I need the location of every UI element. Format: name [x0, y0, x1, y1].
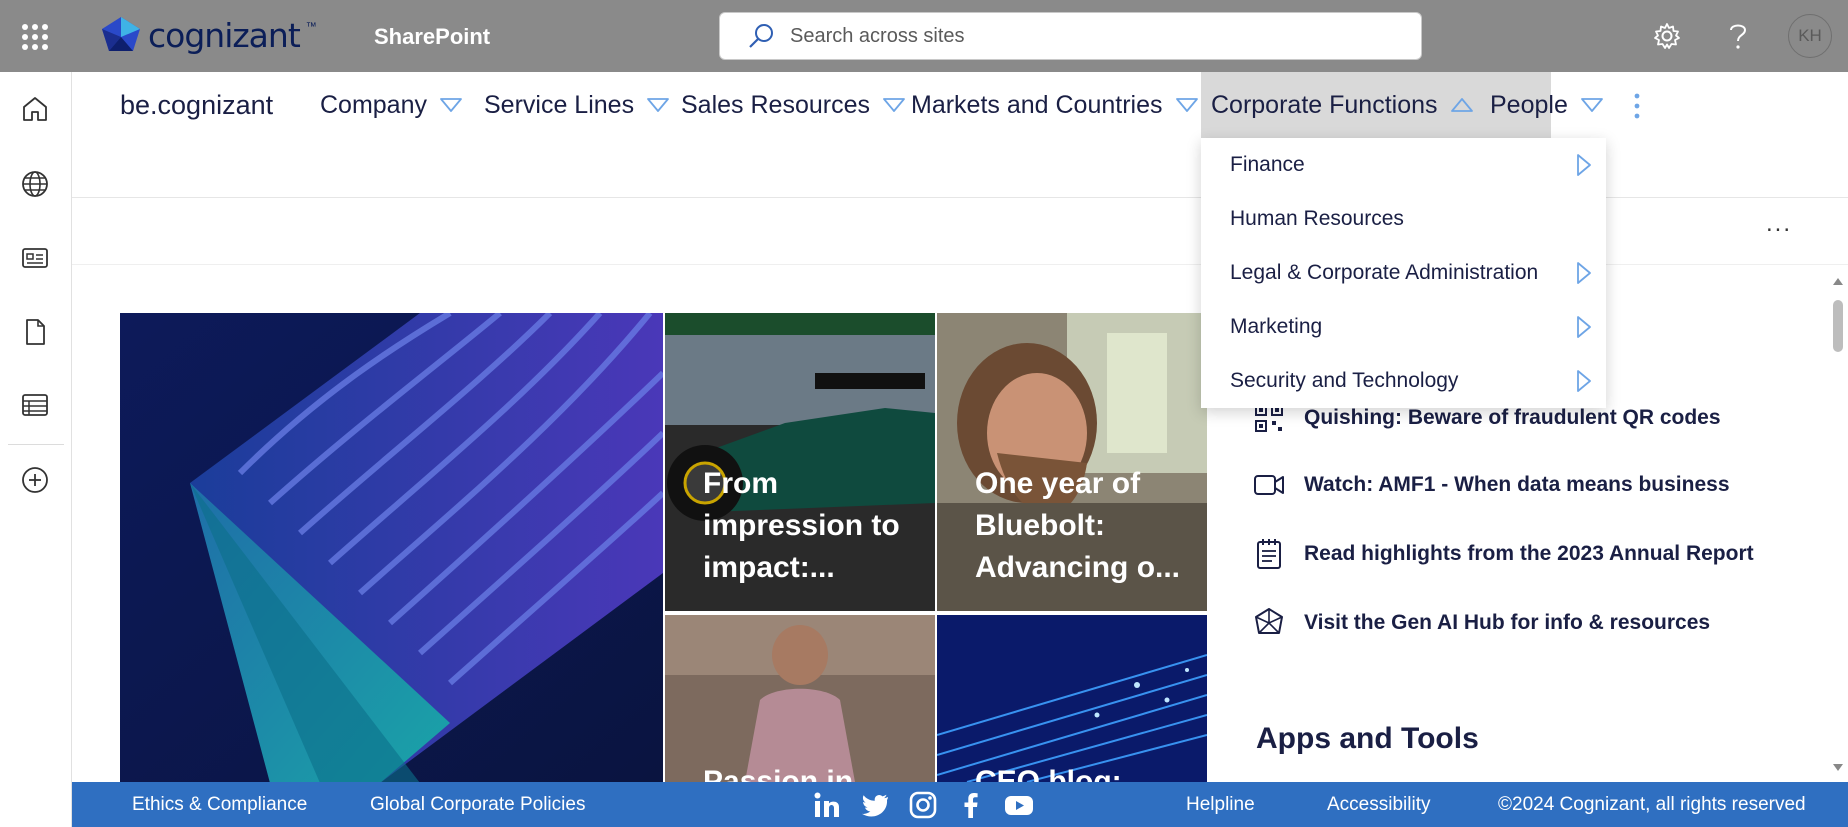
facebook-icon[interactable] — [956, 790, 986, 820]
corporate-functions-dropdown: Finance Human Resources Legal & Corporat… — [1201, 138, 1606, 408]
search-box[interactable]: Search across sites — [719, 12, 1422, 60]
tile-title: Passion in... — [703, 765, 879, 782]
chevron-right-icon[interactable] — [1576, 369, 1592, 393]
quick-link-item[interactable]: Read highlights from the 2023 Annual Rep… — [1252, 534, 1754, 574]
home-icon[interactable] — [20, 94, 50, 124]
ethics-compliance-link[interactable]: Ethics & Compliance — [132, 794, 307, 816]
news-tile[interactable]: From impression to impact:... — [665, 313, 935, 611]
accessibility-link[interactable]: Accessibility — [1327, 794, 1430, 816]
quick-link-label: Quishing: Beware of fraudulent QR codes — [1304, 406, 1721, 429]
chevron-right-icon[interactable] — [1576, 153, 1592, 177]
chevron-down-icon — [440, 98, 462, 112]
notepad-icon — [1257, 539, 1281, 569]
tile-title: From impression to impact:... — [703, 467, 900, 584]
news-tile[interactable]: Passion in... — [665, 615, 935, 782]
quick-link-label: Watch: AMF1 - When data means business — [1304, 473, 1730, 496]
twitter-icon[interactable] — [860, 790, 890, 820]
chevron-down-icon — [647, 98, 669, 112]
site-title[interactable]: be.cognizant — [120, 90, 273, 121]
youtube-icon[interactable] — [1004, 790, 1034, 820]
dropdown-item-label: Finance — [1230, 153, 1305, 176]
quick-link-label: Visit the Gen AI Hub for info & resource… — [1304, 611, 1711, 634]
nav-item-label: Company — [320, 90, 427, 119]
tile-title: CEO blog:... — [975, 765, 1147, 782]
left-app-bar — [0, 72, 72, 827]
dropdown-item-marketing[interactable]: Marketing — [1201, 300, 1606, 354]
globe-icon[interactable] — [20, 169, 50, 199]
help-question-icon[interactable] — [1720, 18, 1756, 54]
document-icon[interactable] — [20, 317, 50, 347]
logo-text: cognizant — [148, 15, 301, 55]
dropdown-item-label: Security and Technology — [1230, 369, 1459, 392]
rail-divider — [8, 444, 64, 445]
nav-item-label: Markets and Countries — [911, 90, 1163, 119]
cognizant-logo[interactable]: cognizant ™ — [100, 15, 317, 55]
cognizant-logo-mark-icon — [102, 17, 140, 51]
scroll-down-arrow-icon[interactable] — [1832, 763, 1844, 773]
list-icon[interactable] — [20, 390, 50, 420]
settings-gear-icon[interactable] — [1649, 18, 1685, 54]
dropdown-item-security-and-technology[interactable]: Security and Technology — [1201, 354, 1606, 408]
scroll-up-arrow-icon[interactable] — [1832, 276, 1844, 286]
user-avatar[interactable]: KH — [1788, 14, 1832, 58]
hero-main-image[interactable] — [120, 313, 663, 782]
dropdown-item-label: Legal & Corporate Administration — [1230, 261, 1539, 284]
nav-item-markets-and-countries[interactable]: Markets and Countries — [901, 72, 1209, 138]
dropdown-item-legal[interactable]: Legal & Corporate Administration — [1201, 246, 1606, 300]
search-icon — [749, 24, 773, 48]
chevron-right-icon[interactable] — [1576, 315, 1592, 339]
add-circle-icon[interactable] — [20, 465, 50, 495]
chevron-down-icon — [1580, 98, 1603, 112]
content-scrollbar[interactable] — [1828, 276, 1848, 773]
quick-link-item[interactable]: Visit the Gen AI Hub for info & resource… — [1252, 603, 1710, 643]
dropdown-item-human-resources[interactable]: Human Resources — [1201, 192, 1606, 246]
chevron-right-icon[interactable] — [1576, 261, 1592, 285]
quick-link-label: Read highlights from the 2023 Annual Rep… — [1304, 542, 1754, 565]
dropdown-item-label: Marketing — [1230, 315, 1323, 338]
more-vertical-icon[interactable] — [1632, 92, 1642, 120]
dropdown-item-finance[interactable]: Finance — [1201, 138, 1606, 192]
nav-item-service-lines[interactable]: Service Lines — [474, 72, 680, 138]
suite-bar: cognizant ™ SharePoint Search across sit… — [0, 0, 1848, 72]
ai-network-icon — [1255, 608, 1283, 634]
app-name[interactable]: SharePoint — [374, 24, 490, 50]
global-policies-link[interactable]: Global Corporate Policies — [370, 794, 585, 816]
nav-item-label: Corporate Functions — [1211, 90, 1438, 119]
tile-title: One year of Bluebolt: Advancing o... — [975, 467, 1181, 584]
linkedin-icon[interactable] — [812, 790, 842, 820]
logo-trademark: ™ — [305, 21, 317, 33]
leaf-image — [120, 313, 663, 782]
site-footer: Ethics & Compliance Global Corporate Pol… — [72, 782, 1848, 827]
video-camera-icon — [1254, 475, 1284, 495]
chevron-down-icon — [1175, 98, 1198, 112]
nav-item-company[interactable]: Company — [310, 72, 473, 138]
helpline-link[interactable]: Helpline — [1186, 794, 1255, 816]
chevron-up-icon — [1450, 98, 1473, 112]
nav-item-sales-resources[interactable]: Sales Resources — [671, 72, 916, 138]
nav-item-label: Sales Resources — [681, 90, 870, 119]
app-launcher-icon[interactable] — [22, 24, 48, 50]
quick-link-item[interactable]: Watch: AMF1 - When data means business — [1252, 465, 1730, 505]
scrollbar-thumb[interactable] — [1833, 300, 1843, 352]
search-placeholder: Search across sites — [790, 24, 965, 47]
more-options-button[interactable]: ... — [1766, 210, 1792, 238]
instagram-icon[interactable] — [908, 790, 938, 820]
fiber-optics-image — [937, 615, 1207, 782]
news-tile[interactable]: One year of Bluebolt: Advancing o... — [937, 313, 1207, 611]
nav-item-label: Service Lines — [484, 90, 635, 119]
news-icon[interactable] — [20, 243, 50, 273]
copyright-text: ©2024 Cognizant, all rights reserved — [1498, 794, 1806, 815]
nav-item-label: People — [1490, 90, 1568, 119]
woman-portrait-image — [665, 615, 935, 782]
news-tile[interactable]: CEO blog:... — [937, 615, 1207, 782]
apps-and-tools-heading: Apps and Tools — [1256, 722, 1479, 755]
nav-item-people[interactable]: People — [1480, 72, 1614, 138]
dropdown-item-label: Human Resources — [1230, 207, 1404, 230]
